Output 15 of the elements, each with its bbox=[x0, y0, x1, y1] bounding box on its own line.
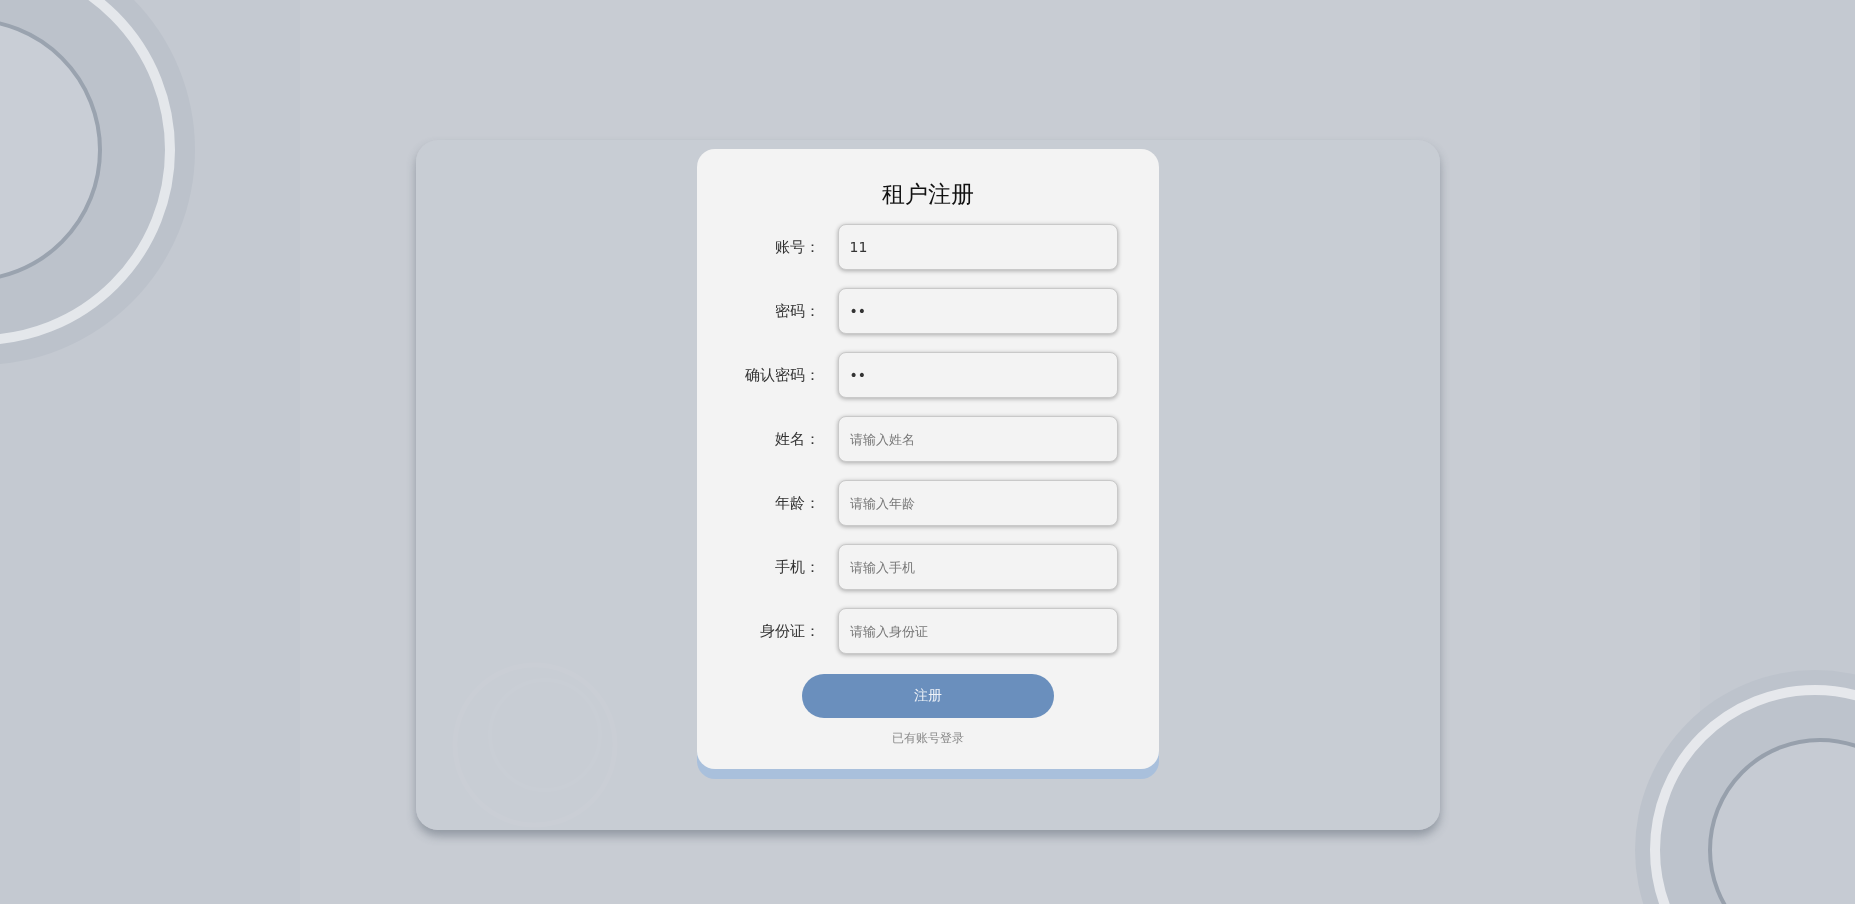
input-field[interactable]: 请输入年龄 bbox=[837, 480, 1118, 526]
form-title: 租户注册 bbox=[881, 180, 974, 209]
field-label: 确认密码： bbox=[743, 365, 820, 385]
field-label: 身份证： bbox=[758, 621, 820, 641]
input-field[interactable]: 请输入姓名 bbox=[837, 416, 1118, 462]
input-field[interactable]: 请输入手机 bbox=[837, 544, 1118, 590]
field-label: 姓名： bbox=[773, 429, 820, 449]
field-label: 账号： bbox=[773, 237, 820, 257]
field-label: 年龄： bbox=[773, 493, 820, 513]
input-field[interactable]: •• bbox=[837, 288, 1118, 334]
field-label: 密码： bbox=[773, 301, 820, 321]
field-label: 手机： bbox=[773, 557, 820, 577]
input-field[interactable]: •• bbox=[837, 352, 1118, 398]
input-field[interactable]: 请输入身份证 bbox=[837, 608, 1118, 654]
input-field[interactable]: 11 bbox=[837, 224, 1118, 270]
